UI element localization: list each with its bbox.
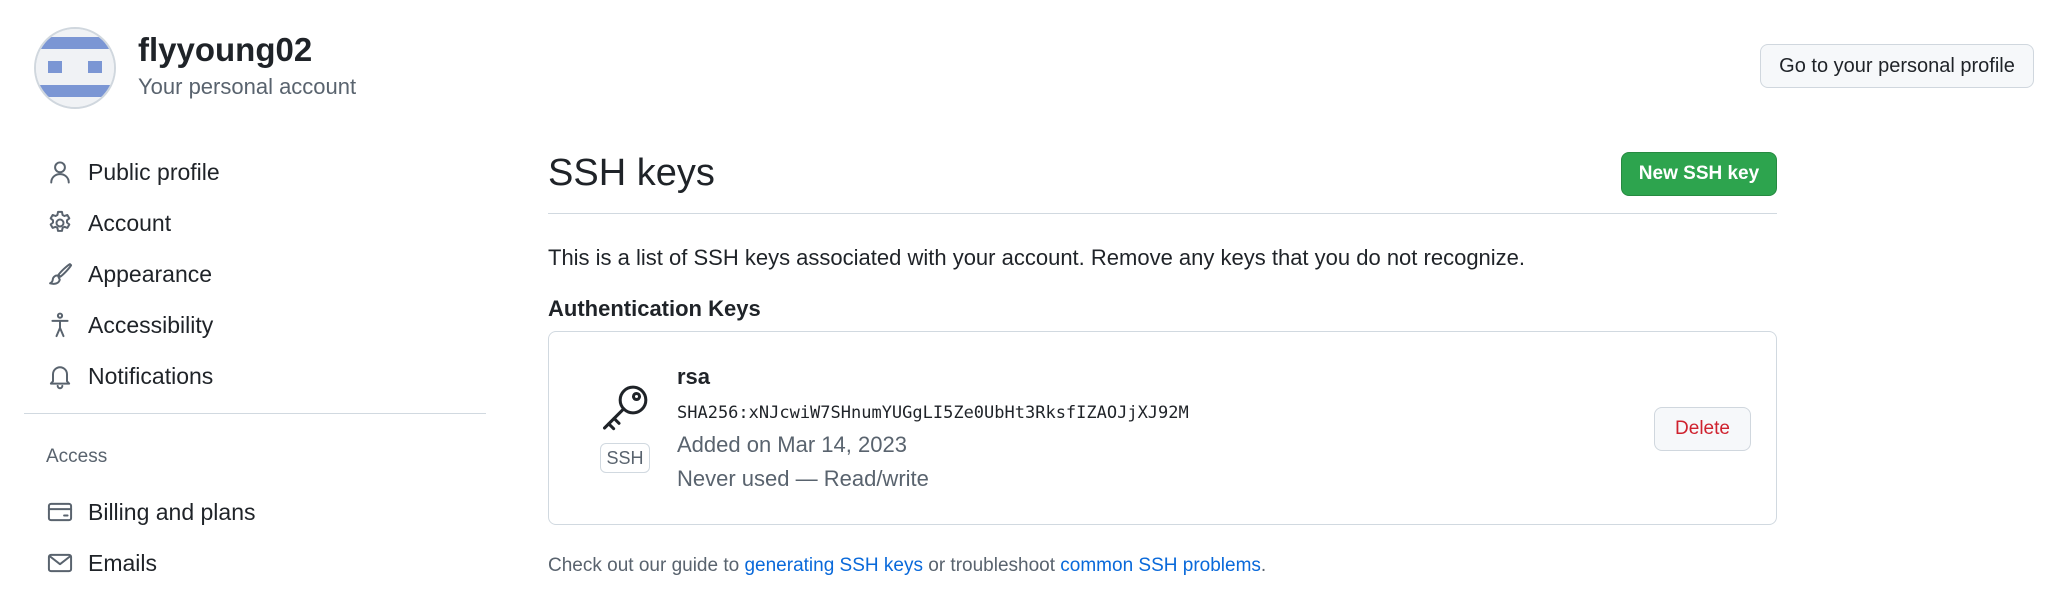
sidebar-divider (24, 413, 486, 414)
credit-card-icon (47, 502, 73, 522)
sidebar-item-appearance[interactable]: Appearance (46, 254, 212, 294)
help-note-prefix: Check out our guide to (548, 555, 745, 576)
page-title: SSH keys (548, 152, 715, 194)
sidebar-item-public-profile[interactable]: Public profile (46, 152, 220, 192)
sidebar-item-label: Emails (88, 549, 158, 576)
generating-ssh-keys-link[interactable]: generating SSH keys (744, 555, 923, 576)
sidebar-item-accessibility[interactable]: Accessibility (46, 305, 213, 345)
gear-icon (49, 210, 71, 232)
ssh-key-list-item (548, 331, 1777, 525)
ssh-type-badge: SSH (600, 443, 650, 473)
person-icon (50, 161, 70, 184)
key-usage-status: Never used — Read/write (677, 466, 929, 491)
key-added-date: Added on Mar 14, 2023 (677, 432, 907, 457)
help-note: Check out our guide to generating SSH ke… (548, 555, 1266, 577)
sidebar-item-label: Accessibility (88, 311, 214, 338)
sidebar-item-label: Public profile (88, 158, 220, 185)
accessibility-icon (51, 312, 69, 338)
new-ssh-key-button[interactable]: New SSH key (1621, 152, 1777, 196)
paintbrush-icon (49, 263, 73, 285)
common-ssh-problems-link[interactable]: common SSH problems (1060, 555, 1261, 576)
mail-icon (47, 553, 73, 573)
identicon-image (36, 29, 114, 107)
key-title: rsa (677, 364, 711, 389)
help-note-suffix: . (1260, 555, 1267, 576)
sidebar-item-billing[interactable]: Billing and plans (46, 492, 256, 532)
sidebar-item-label: Appearance (88, 260, 213, 287)
sidebar-item-label: Notifications (88, 362, 214, 389)
title-divider (548, 213, 1777, 214)
authentication-keys-heading: Authentication Keys (548, 296, 761, 321)
sidebar-item-emails[interactable]: Emails (46, 543, 157, 583)
delete-key-button[interactable]: Delete (1654, 407, 1751, 451)
sidebar-item-label: Billing and plans (88, 498, 256, 525)
key-icon (603, 385, 648, 431)
sidebar-item-notifications[interactable]: Notifications (46, 356, 213, 396)
bell-icon (49, 366, 71, 390)
key-fingerprint: SHA256:xNJcwiW7SHnumYUGgLI5Ze0UbHt3RksfI… (677, 403, 1189, 423)
sidebar-item-label: Account (88, 209, 172, 236)
intro-text: This is a list of SSH keys associated wi… (548, 245, 1526, 270)
go-to-profile-button[interactable]: Go to your personal profile (1760, 44, 2034, 88)
avatar[interactable] (34, 27, 116, 109)
help-note-middle: or troubleshoot (922, 555, 1061, 576)
account-username: flyyoung02 (138, 31, 313, 68)
sidebar-section-access: Access (46, 446, 108, 467)
account-subtitle: Your personal account (138, 74, 357, 99)
sidebar-item-account[interactable]: Account (46, 203, 171, 243)
